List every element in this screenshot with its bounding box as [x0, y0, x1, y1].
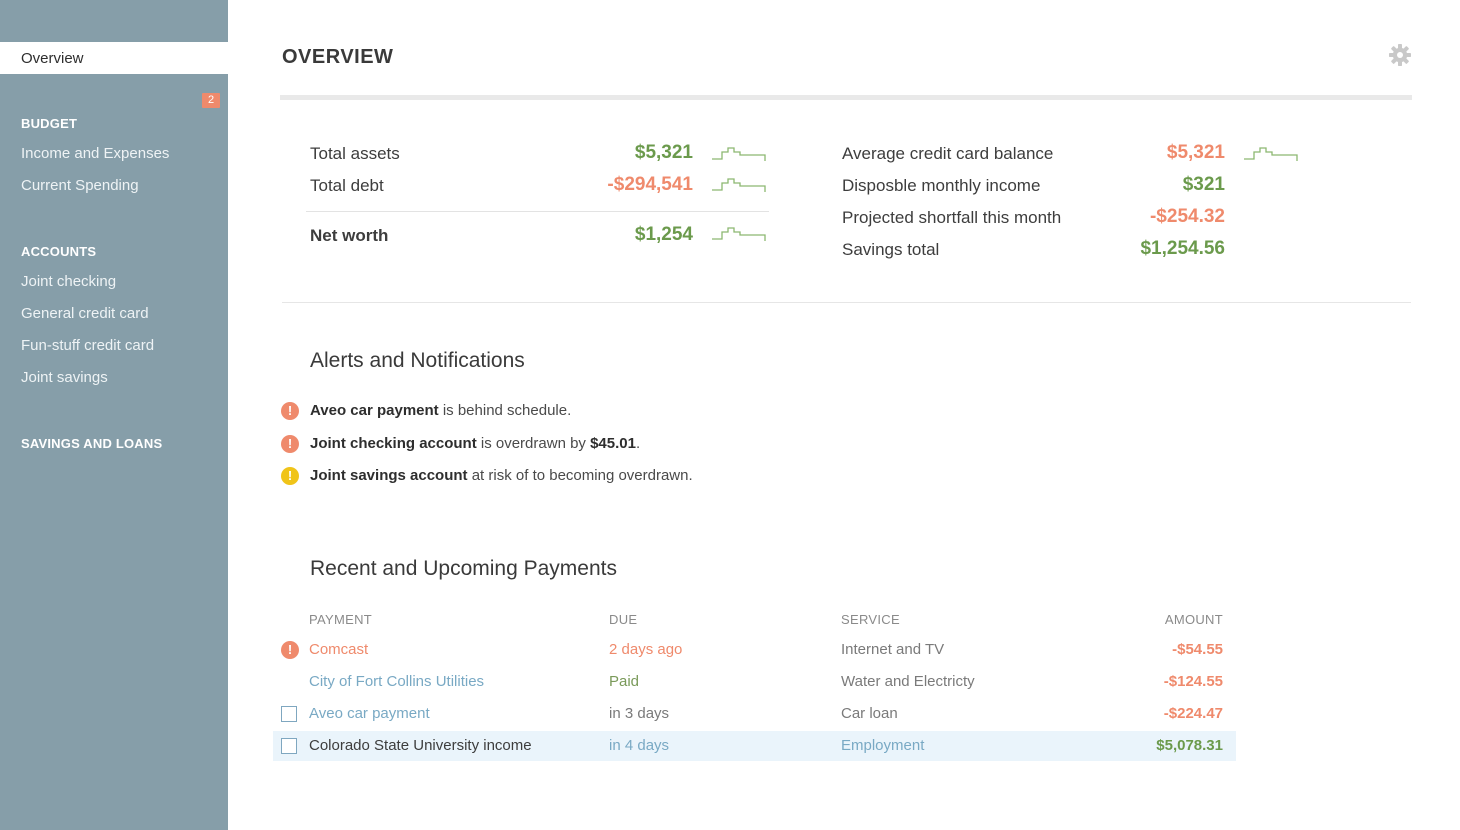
alert-warning-icon: !	[281, 467, 299, 485]
net-worth-divider	[306, 211, 769, 212]
payment-due: in 4 days	[609, 737, 670, 754]
payment-service: Water and Electricty	[841, 673, 975, 690]
payment-checkbox[interactable]	[281, 738, 297, 754]
payment-name[interactable]: Aveo car payment	[309, 705, 430, 722]
payment-due: Paid	[609, 673, 640, 690]
alert-amount: $45.01	[590, 435, 636, 452]
notification-badge: 2	[202, 93, 220, 108]
payment-due: in 3 days	[609, 705, 670, 722]
sparkline-icon	[712, 147, 766, 161]
stat-label-average-credit-card-balance: Average credit card balance	[842, 144, 1054, 163]
stat-label-net-worth: Net worth	[310, 226, 389, 245]
stat-value-net-worth: $1,254	[634, 224, 693, 245]
sidebar-item-general-credit-card[interactable]: General credit card	[21, 305, 149, 322]
alert-error-icon: !	[281, 435, 299, 453]
payment-name[interactable]: Comcast	[309, 641, 368, 658]
sidebar: Overview 2 BUDGET Income and Expenses Cu…	[0, 0, 228, 830]
stat-label-savings-total: Savings total	[842, 240, 940, 259]
sidebar-item-fun-stuff-credit-card[interactable]: Fun-stuff credit card	[21, 337, 154, 354]
table-row[interactable]: Colorado State University income in 4 da…	[273, 731, 1236, 761]
payments-title: Recent and Upcoming Payments	[310, 557, 617, 580]
sidebar-section-accounts: ACCOUNTS	[21, 244, 97, 259]
payment-amount: $5,078.31	[1156, 737, 1223, 754]
stat-value-total-assets: $5,321	[634, 142, 693, 163]
table-row[interactable]: Aveo car payment in 3 days Car loan -$22…	[273, 699, 1236, 729]
alert-error-icon: !	[281, 641, 299, 659]
sidebar-item-income-and-expenses[interactable]: Income and Expenses	[21, 145, 169, 162]
payment-name[interactable]: City of Fort Collins Utilities	[309, 673, 484, 690]
stat-value-disposable-monthly-income: $321	[1182, 174, 1225, 195]
payment-service: Employment	[841, 737, 925, 754]
table-row[interactable]: ! Comcast 2 days ago Internet and TV -$5…	[273, 635, 1236, 665]
sparkline-icon	[712, 178, 766, 192]
sparkline-icon	[1244, 147, 1298, 161]
payment-amount: -$224.47	[1163, 705, 1223, 722]
stat-value-average-credit-card-balance: $5,321	[1166, 142, 1225, 163]
sidebar-item-joint-checking[interactable]: Joint checking	[21, 273, 116, 290]
table-row[interactable]: City of Fort Collins Utilities Paid Wate…	[273, 667, 1236, 697]
sidebar-section-budget: BUDGET	[21, 116, 78, 131]
alerts-title: Alerts and Notifications	[310, 349, 525, 372]
page-title: OVERVIEW	[282, 46, 394, 68]
stat-value-projected-shortfall: -$254.32	[1149, 206, 1225, 227]
alert-subject: Joint checking account	[310, 435, 477, 452]
column-header-due: DUE	[609, 612, 638, 627]
alert-text-tail: .	[635, 435, 641, 452]
alert-subject: Joint savings account	[310, 467, 468, 484]
payment-service: Car loan	[841, 705, 898, 722]
alert-text: is behind schedule.	[438, 402, 572, 419]
sidebar-item-overview[interactable]: Overview 2	[0, 42, 228, 108]
stat-label-projected-shortfall: Projected shortfall this month	[842, 208, 1062, 227]
gear-icon[interactable]	[1388, 43, 1412, 67]
alert-error-icon: !	[281, 402, 299, 420]
sidebar-item-label: Overview	[21, 50, 84, 67]
stat-label-total-debt: Total debt	[310, 176, 384, 195]
title-divider	[280, 95, 1412, 100]
payment-service: Internet and TV	[841, 641, 945, 658]
sidebar-item-current-spending[interactable]: Current Spending	[21, 177, 139, 194]
payment-checkbox[interactable]	[281, 706, 297, 722]
column-header-service: SERVICE	[841, 612, 900, 627]
alert-subject: Aveo car payment	[310, 402, 439, 419]
alert-text: is overdrawn by	[476, 435, 591, 452]
stat-value-total-debt: -$294,541	[607, 174, 693, 195]
alert-text: at risk of to becoming overdrawn.	[467, 467, 693, 484]
stat-value-savings-total: $1,254.56	[1140, 238, 1225, 259]
sidebar-section-savings-and-loans[interactable]: SAVINGS AND LOANS	[21, 436, 162, 451]
column-header-payment: PAYMENT	[309, 612, 373, 627]
column-header-amount: AMOUNT	[1164, 612, 1223, 627]
sidebar-item-joint-savings[interactable]: Joint savings	[21, 369, 108, 386]
payment-amount: -$124.55	[1163, 673, 1223, 690]
payment-amount: -$54.55	[1172, 641, 1223, 658]
stat-label-total-assets: Total assets	[310, 144, 400, 163]
sparkline-icon	[712, 227, 766, 241]
stat-label-disposable-monthly-income: Disposble monthly income	[842, 176, 1041, 195]
payment-due: 2 days ago	[609, 641, 683, 658]
section-divider	[282, 302, 1411, 303]
payment-name[interactable]: Colorado State University income	[309, 737, 532, 754]
